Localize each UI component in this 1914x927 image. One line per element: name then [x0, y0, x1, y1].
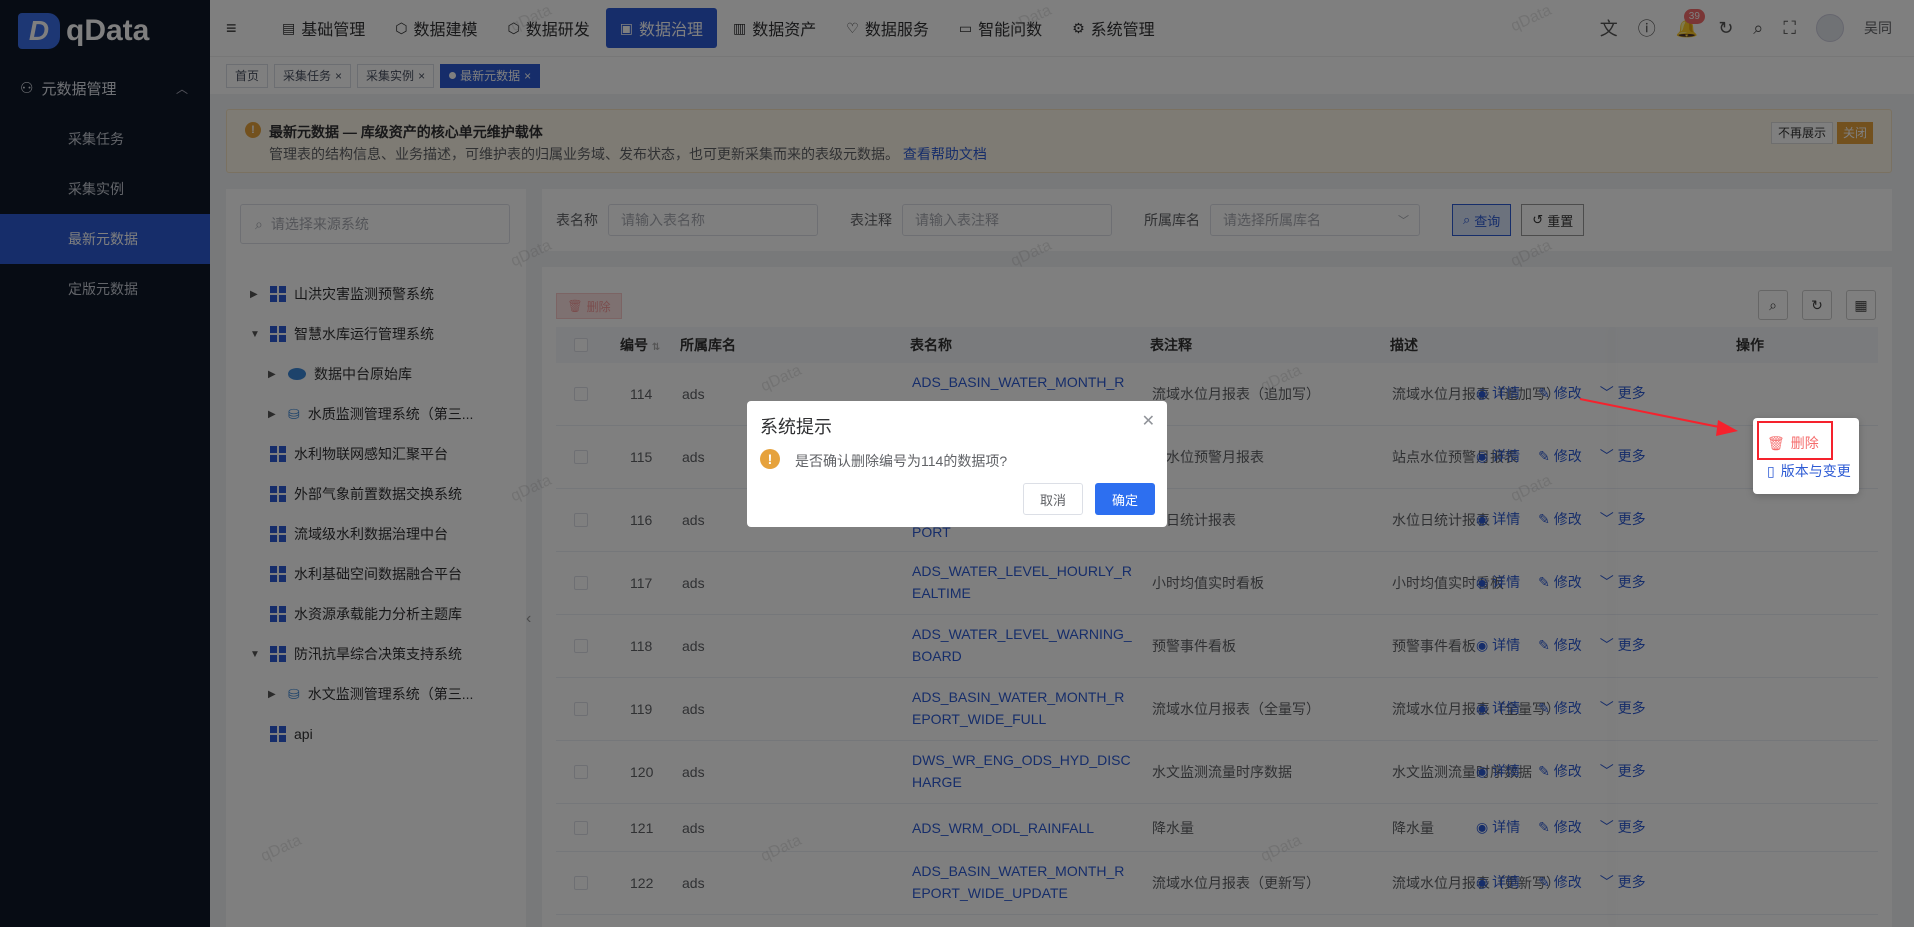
- confirm-button[interactable]: 确定: [1095, 483, 1155, 515]
- warning-icon: !: [760, 449, 780, 469]
- close-icon[interactable]: ✕: [1142, 411, 1155, 431]
- dropdown-version-label: 版本与变更: [1780, 463, 1851, 479]
- cancel-button[interactable]: 取消: [1023, 483, 1083, 515]
- confirm-dialog: 系统提示 ✕ ! 是否确认删除编号为114的数据项? 取消 确定: [747, 401, 1167, 527]
- dropdown-version-item[interactable]: ▯ 版本与变更: [1767, 461, 1851, 481]
- document-icon: ▯: [1767, 462, 1775, 479]
- highlight-box: [1757, 421, 1833, 460]
- dialog-message: 是否确认删除编号为114的数据项?: [795, 453, 1008, 469]
- dialog-title: 系统提示: [760, 417, 832, 437]
